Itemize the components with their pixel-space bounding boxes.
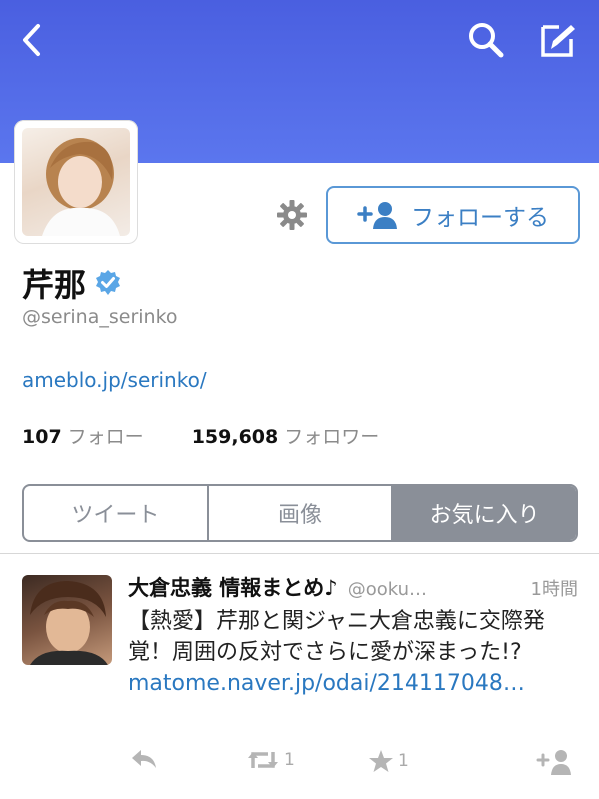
verified-badge-icon: [96, 270, 121, 295]
profile-handle: @serina_serinko: [22, 306, 178, 328]
reply-icon: [132, 750, 156, 768]
following-label: フォロー: [67, 426, 144, 448]
follow-button-label: フォローする: [411, 205, 549, 231]
gear-icon: [277, 200, 307, 230]
tweet-author-avatar[interactable]: [22, 575, 112, 665]
tweet-author-name[interactable]: 大倉忠義 情報まとめ♪: [128, 572, 338, 602]
tweet-author-handle: @ooku…: [347, 579, 428, 600]
profile-name-row: 芹那: [22, 260, 122, 306]
tweet-body[interactable]: 【熱愛】芹那と関ジャニ大倉忠義に交際発覚！周囲の反対でさらに愛が深まった!? m…: [128, 606, 580, 699]
followers-count: 159,608: [191, 426, 279, 448]
favorite-button[interactable]: 1: [368, 748, 409, 774]
add-user-icon: [536, 750, 571, 775]
tab-favorites[interactable]: お気に入り: [391, 486, 576, 540]
retweet-count: 1: [284, 750, 295, 770]
profile-avatar: [22, 128, 130, 236]
tweet-link[interactable]: matome.naver.jp/odai/214117048…: [128, 671, 525, 696]
settings-button[interactable]: [272, 195, 312, 235]
favorite-count: 1: [398, 751, 409, 771]
search-icon: [469, 23, 504, 58]
followers-stat[interactable]: 159,608 フォロワー: [192, 422, 380, 449]
tab-tweets[interactable]: ツイート: [24, 486, 207, 540]
profile-avatar-frame[interactable]: [14, 120, 138, 244]
tweet-header: 大倉忠義 情報まとめ♪ @ooku… 1時間: [128, 572, 578, 602]
search-button[interactable]: [464, 18, 508, 62]
star-icon: [369, 750, 393, 772]
profile-name: 芹那: [22, 266, 87, 304]
reply-button[interactable]: [130, 748, 158, 770]
compose-button[interactable]: [536, 18, 580, 62]
section-divider: [0, 553, 599, 554]
chevron-left-icon: [23, 24, 40, 56]
followers-label: フォロワー: [284, 426, 380, 448]
tweet-text: 【熱愛】芹那と関ジャニ大倉忠義に交際発覚！周囲の反対でさらに愛が深まった!?: [128, 609, 545, 665]
profile-stats: 107 フォロー 159,608 フォロワー: [22, 422, 379, 449]
back-button[interactable]: [10, 18, 54, 62]
tab-images[interactable]: 画像: [206, 486, 392, 540]
compose-icon: [541, 25, 575, 57]
tweet-actions: 1 1: [0, 748, 599, 784]
profile-url-link[interactable]: ameblo.jp/serinko/: [22, 368, 207, 392]
following-stat[interactable]: 107 フォロー: [22, 422, 144, 449]
following-count: 107: [22, 426, 62, 448]
follow-author-button[interactable]: [536, 748, 576, 776]
profile-tabs: ツイート 画像 お気に入り: [22, 484, 578, 542]
retweet-icon: [248, 752, 278, 768]
follow-button[interactable]: フォローする: [326, 186, 580, 244]
retweet-button[interactable]: 1: [246, 748, 295, 772]
tweet-timestamp: 1時間: [530, 579, 578, 600]
add-user-icon: [357, 202, 397, 229]
